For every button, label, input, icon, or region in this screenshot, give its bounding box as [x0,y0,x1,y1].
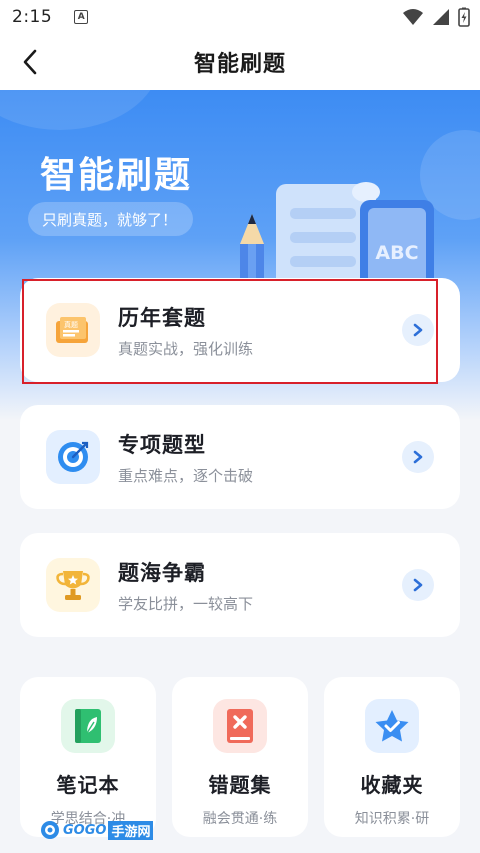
tile-title: 错题集 [208,773,272,797]
card-text: 专项题型 重点难点，逐个击破 [118,429,253,486]
watermark-brand: GOGO [63,822,107,838]
trophy-icon [56,571,90,600]
notification-a-icon: A [74,10,89,24]
svg-text:ABC: ABC [375,242,418,264]
card-title: 题海争霸 [118,560,206,585]
svg-text:真题: 真题 [64,320,78,329]
chevron-left-icon [23,49,37,75]
battery-icon [458,7,470,27]
tile-icon-wrap [61,699,115,753]
chevron-right-icon [413,323,423,337]
card-icon-wrap: 真题 [46,303,100,357]
hero-slogan: 只刷真题，就够了！ [28,202,194,236]
wifi-icon [403,9,423,25]
watermark-suffix: 手游网 [108,820,154,840]
tile-icon-wrap [213,699,267,753]
card-text: 题海争霸 学友比拼，一较高下 [118,557,253,614]
card-arrow-button[interactable] [402,441,434,473]
notebook-icon [75,709,101,743]
scroll-icon: 真题 [56,317,88,343]
signal-icon [433,9,449,25]
status-bar: 2:15 A [0,0,480,34]
chevron-right-icon [413,450,423,464]
card-icon-wrap [46,430,100,484]
tile-title: 笔记本 [56,773,120,797]
back-button[interactable] [14,46,46,78]
card-title: 历年套题 [118,305,206,330]
tile-subtitle: 融会贯通·练 [202,811,278,827]
hero-decoration [0,90,160,130]
tile-notebook[interactable]: 笔记本 学思结合·冲 [20,677,156,837]
watermark-logo: GOGO 手游网 [40,820,154,840]
card-arrow-button[interactable] [402,314,434,346]
card-title: 专项题型 [118,432,206,457]
tile-icon-wrap [365,699,419,753]
status-icons [402,7,470,27]
star-icon [375,710,409,742]
tile-favorites[interactable]: 收藏夹 知识积累·研 [324,677,460,837]
page-title: 智能刷题 [193,52,286,77]
card-text: 历年套题 真题实战，强化训练 [118,302,253,359]
tile-subtitle: 知识积累·研 [354,811,430,827]
hero-title: 智能刷题 [40,155,193,196]
error-book-icon [227,709,253,743]
chevron-right-icon [413,578,423,592]
card-subtitle: 重点难点，逐个击破 [118,466,254,485]
card-subtitle: 学友比拼，一较高下 [118,594,254,613]
gogo-logo-icon [41,821,59,839]
card-special-topics[interactable]: 专项题型 重点难点，逐个击破 [20,405,460,509]
card-subtitle: 真题实战，强化训练 [118,339,254,358]
card-arrow-button[interactable] [402,569,434,601]
card-quiz-battle[interactable]: 题海争霸 学友比拼，一较高下 [20,533,460,637]
nav-bar: 智能刷题 [0,34,480,90]
card-icon-wrap [46,558,100,612]
tile-error-book[interactable]: 错题集 融会贯通·练 [172,677,308,837]
card-past-exams[interactable]: 真题 历年套题 真题实战，强化训练 [20,278,460,382]
status-time: 2:15 [12,7,53,27]
tile-title: 收藏夹 [360,773,424,797]
target-icon [58,441,89,472]
